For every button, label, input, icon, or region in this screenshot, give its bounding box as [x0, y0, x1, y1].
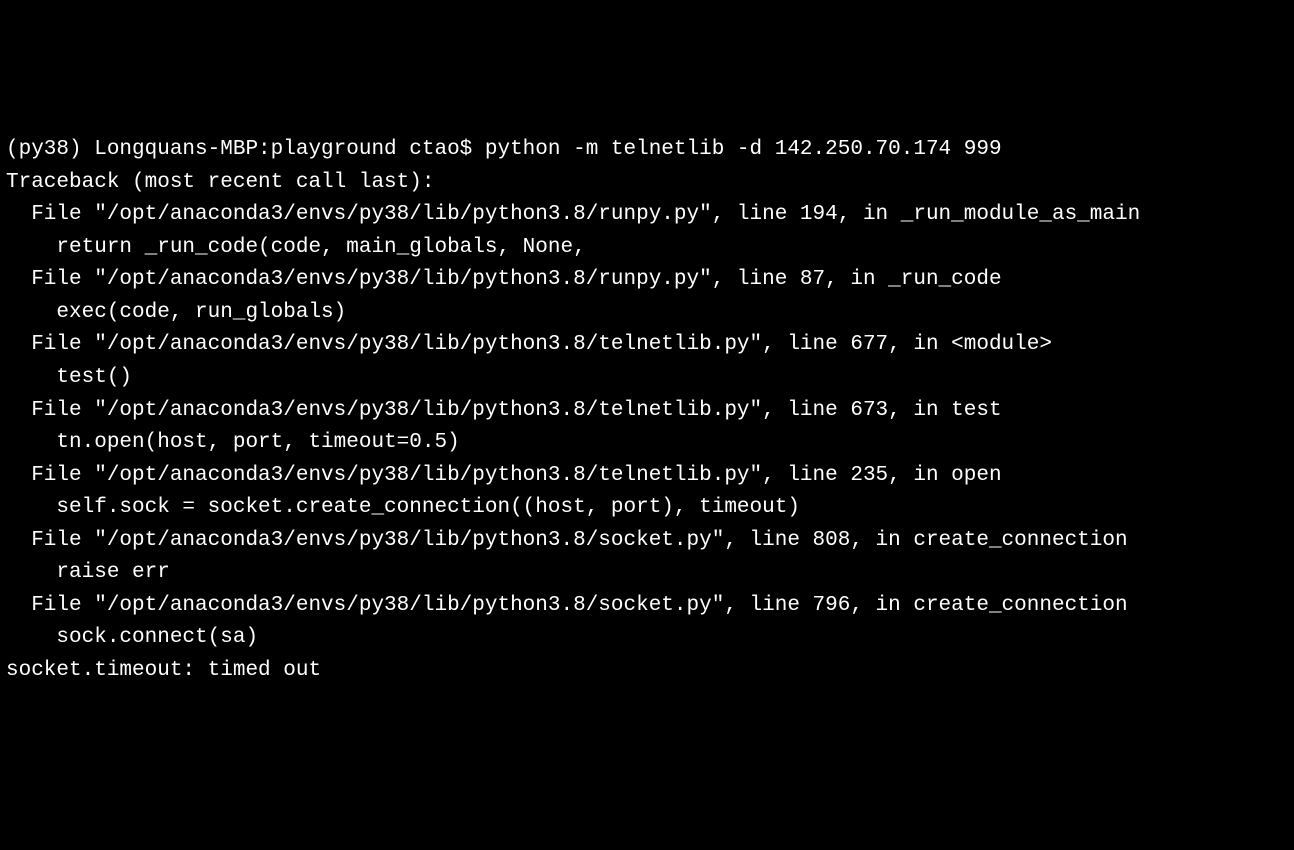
traceback-file-line: File "/opt/anaconda3/envs/py38/lib/pytho…: [6, 199, 1288, 232]
traceback-code-line: test(): [6, 362, 1288, 395]
terminal-output[interactable]: (py38) Longquans-MBP:playground ctao$ py…: [6, 134, 1288, 687]
traceback-file-line: File "/opt/anaconda3/envs/py38/lib/pytho…: [6, 460, 1288, 493]
traceback-file-line: File "/opt/anaconda3/envs/py38/lib/pytho…: [6, 329, 1288, 362]
traceback-code-line: sock.connect(sa): [6, 622, 1288, 655]
traceback-header: Traceback (most recent call last):: [6, 167, 1288, 200]
traceback-code-line: self.sock = socket.create_connection((ho…: [6, 492, 1288, 525]
traceback-code-line: exec(code, run_globals): [6, 297, 1288, 330]
traceback-file-line: File "/opt/anaconda3/envs/py38/lib/pytho…: [6, 395, 1288, 428]
prompt-command-line: (py38) Longquans-MBP:playground ctao$ py…: [6, 134, 1288, 167]
traceback-code-line: return _run_code(code, main_globals, Non…: [6, 232, 1288, 265]
traceback-file-line: File "/opt/anaconda3/envs/py38/lib/pytho…: [6, 264, 1288, 297]
traceback-code-line: raise err: [6, 557, 1288, 590]
traceback-file-line: File "/opt/anaconda3/envs/py38/lib/pytho…: [6, 525, 1288, 558]
traceback-code-line: tn.open(host, port, timeout=0.5): [6, 427, 1288, 460]
error-text: socket.timeout: timed out: [6, 659, 321, 682]
traceback-file-line: File "/opt/anaconda3/envs/py38/lib/pytho…: [6, 590, 1288, 623]
error-line: socket.timeout: timed out: [6, 655, 1288, 688]
